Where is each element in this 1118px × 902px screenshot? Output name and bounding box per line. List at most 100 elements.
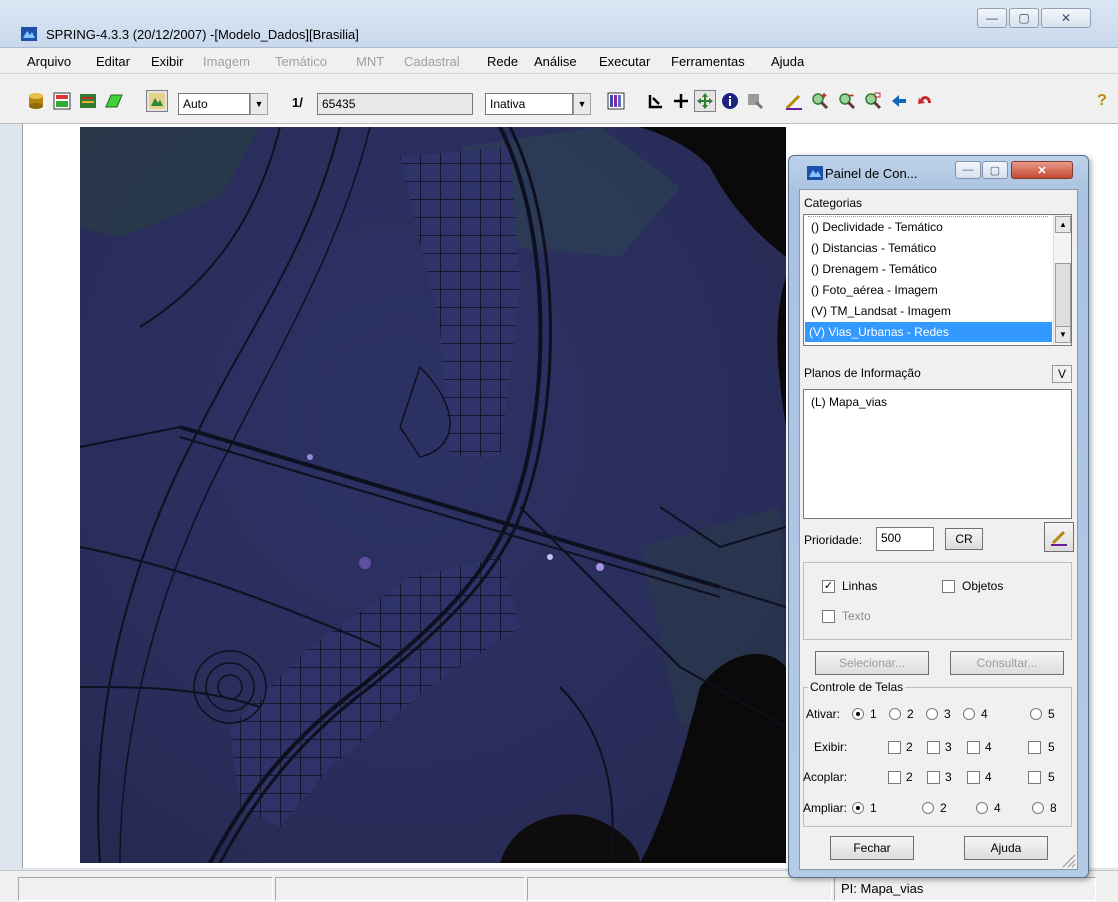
landsat-map-view[interactable] [80, 127, 786, 863]
menu-cadastral[interactable]: Cadastral [404, 54, 460, 69]
objetos-checkbox[interactable] [942, 580, 955, 593]
zoom-mode-field[interactable]: Auto [178, 93, 250, 115]
map-display-icon[interactable] [146, 90, 168, 112]
ampliar-label: Ampliar: [803, 801, 848, 815]
status-cell-2 [275, 877, 525, 901]
color-palette-icon[interactable] [605, 90, 627, 112]
edit-pencil-icon [1051, 530, 1067, 546]
ampliar-option-2: 2 [940, 801, 947, 815]
menu-imagem[interactable]: Imagem [203, 54, 250, 69]
categoria-item-tm-landsat[interactable]: (V) TM_Landsat - Imagem [807, 301, 955, 321]
menu-exibir[interactable]: Exibir [151, 54, 184, 69]
ativar-radio-1[interactable] [852, 708, 864, 720]
categoria-item-declividade[interactable]: () Declividade - Temático [807, 217, 947, 237]
prioridade-input[interactable]: 500 [876, 527, 934, 551]
menu-mnt[interactable]: MNT [356, 54, 384, 69]
minimize-button[interactable]: — [977, 8, 1007, 28]
close-button[interactable]: ✕ [1041, 8, 1091, 28]
zoom-mode-dropdown-arrow[interactable]: ▼ [250, 93, 268, 115]
acoplar-checkbox-4[interactable] [967, 771, 980, 784]
status-cell-1 [18, 877, 273, 901]
linhas-checkbox[interactable]: ✓ [822, 580, 835, 593]
texto-checkbox[interactable] [822, 610, 835, 623]
ativar-option-1: 1 [870, 707, 877, 721]
ativar-radio-3[interactable] [926, 708, 938, 720]
plano-item-mapa-vias[interactable]: (L) Mapa_vias [807, 392, 891, 412]
menu-executar[interactable]: Executar [599, 54, 650, 69]
ativar-radio-4[interactable] [963, 708, 975, 720]
ativar-radio-5[interactable] [1030, 708, 1042, 720]
title-bar: SPRING-4.3.3 (20/12/2007) -[Modelo_Dados… [0, 0, 1118, 48]
exibir-checkbox-2[interactable] [888, 741, 901, 754]
acoplar-checkbox-3[interactable] [927, 771, 940, 784]
scale-field[interactable]: 65435 [317, 93, 473, 115]
painel-title: Painel de Con... [825, 166, 918, 181]
categoria-item-vias-urbanas[interactable]: (V) Vias_Urbanas - Redes [805, 322, 1052, 342]
crosshair-icon[interactable] [670, 90, 692, 112]
acoplar-label: Acoplar: [803, 770, 848, 784]
menu-tematico[interactable]: Temático [275, 54, 327, 69]
ampliar-option-8: 8 [1050, 801, 1057, 815]
ampliar-radio-8[interactable] [1032, 802, 1044, 814]
ampliar-radio-4[interactable] [976, 802, 988, 814]
controle-telas-label: Controle de Telas [808, 680, 906, 694]
cursor-select-icon[interactable] [645, 90, 667, 112]
menu-editar[interactable]: Editar [96, 54, 130, 69]
consultar-button[interactable]: Consultar... [950, 651, 1064, 675]
model-data-icon[interactable] [77, 90, 99, 112]
texto-label: Texto [842, 609, 871, 623]
help-icon[interactable]: ? [1091, 90, 1113, 112]
edit-mode-field[interactable]: Inativa [485, 93, 573, 115]
query-disabled-icon[interactable] [744, 90, 766, 112]
categorias-list[interactable]: () Declividade - Temático () Distancias … [803, 214, 1072, 346]
menu-rede[interactable]: Rede [487, 54, 518, 69]
exibir-checkbox-3[interactable] [927, 741, 940, 754]
zoom-in-icon[interactable] [809, 90, 831, 112]
database-icon[interactable] [25, 90, 47, 112]
ampliar-radio-2[interactable] [922, 802, 934, 814]
toolbar: Auto ▼ 1/ 65435 Inativa ▼ ? [0, 74, 1118, 124]
painel-close-button[interactable]: ✕ [1011, 161, 1073, 179]
selecionar-button[interactable]: Selecionar... [815, 651, 929, 675]
planos-v-button[interactable]: V [1052, 365, 1072, 383]
ativar-radio-2[interactable] [889, 708, 901, 720]
categoria-item-drenagem[interactable]: () Drenagem - Temático [807, 259, 941, 279]
exibir-checkbox-5[interactable] [1028, 741, 1041, 754]
project-icon[interactable] [51, 90, 73, 112]
menu-ferramentas[interactable]: Ferramentas [671, 54, 745, 69]
painel-minimize-button[interactable]: — [955, 161, 981, 179]
back-arrow-icon[interactable] [888, 90, 910, 112]
ampliar-option-1: 1 [870, 801, 877, 815]
menu-analise[interactable]: Análise [534, 54, 577, 69]
edit-pencil-icon[interactable] [783, 90, 805, 112]
planos-list[interactable]: (L) Mapa_vias [803, 389, 1072, 519]
planos-label: Planos de Informação [804, 366, 921, 380]
acoplar-checkbox-2[interactable] [888, 771, 901, 784]
menu-arquivo[interactable]: Arquivo [27, 54, 71, 69]
exibir-checkbox-4[interactable] [967, 741, 980, 754]
ativar-option-2: 2 [907, 707, 914, 721]
edit-mode-dropdown-arrow[interactable]: ▼ [573, 93, 591, 115]
layer-icon[interactable] [103, 90, 125, 112]
fechar-button[interactable]: Fechar [830, 836, 914, 860]
scroll-down-arrow-icon[interactable]: ▼ [1055, 326, 1071, 343]
zoom-out-icon[interactable] [836, 90, 858, 112]
undo-icon[interactable] [914, 90, 936, 112]
ajuda-button[interactable]: Ajuda [964, 836, 1048, 860]
menu-ajuda[interactable]: Ajuda [771, 54, 804, 69]
acoplar-checkbox-5[interactable] [1028, 771, 1041, 784]
edit-visual-button[interactable] [1044, 522, 1074, 552]
ampliar-radio-1[interactable] [852, 802, 864, 814]
resize-grip-icon[interactable] [1060, 852, 1076, 868]
info-icon[interactable] [719, 90, 741, 112]
cr-button[interactable]: CR [945, 528, 983, 550]
categorias-scrollbar[interactable]: ▲ ▼ [1053, 215, 1071, 345]
pan-icon[interactable] [694, 90, 716, 112]
categoria-item-distancias[interactable]: () Distancias - Temático [807, 238, 940, 258]
scroll-up-arrow-icon[interactable]: ▲ [1055, 216, 1071, 233]
maximize-button[interactable]: ▢ [1009, 8, 1039, 28]
painel-controle-window: Painel de Con... — ▢ ✕ Categorias () Dec… [788, 155, 1089, 878]
painel-maximize-button[interactable]: ▢ [982, 161, 1008, 179]
categoria-item-foto-aerea[interactable]: () Foto_aérea - Imagem [807, 280, 942, 300]
zoom-window-icon[interactable] [862, 90, 884, 112]
